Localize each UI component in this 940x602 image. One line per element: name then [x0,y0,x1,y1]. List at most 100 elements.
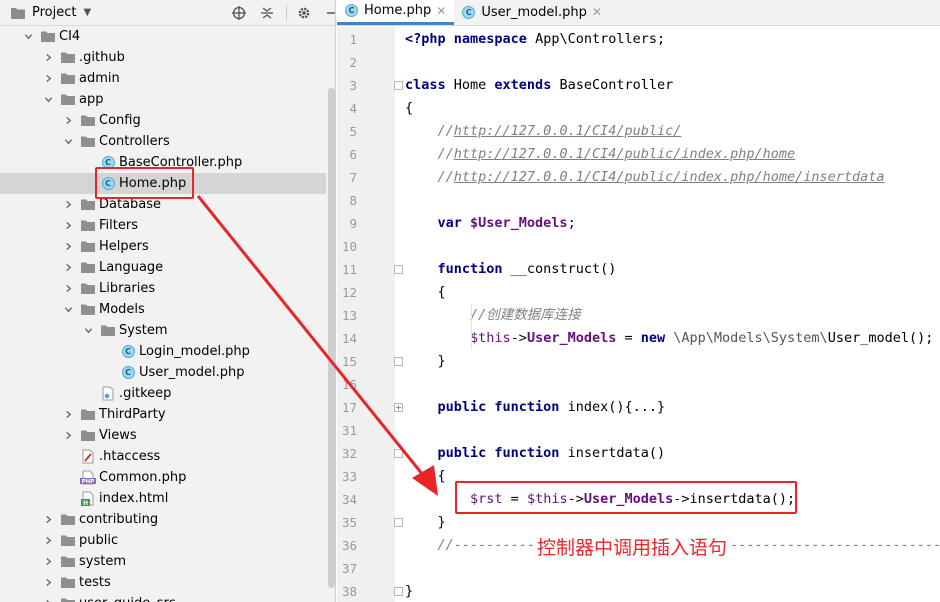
tree-item[interactable]: Controllers [0,131,335,152]
tree-item[interactable]: ThirdParty [0,404,335,425]
tree-item[interactable]: system [0,551,335,572]
tree-item[interactable]: Language [0,257,335,278]
code-token: ; [567,215,576,231]
tree-item[interactable]: Views [0,425,335,446]
chevron-right-icon[interactable] [62,241,74,253]
tree-item[interactable]: Models [0,299,335,320]
code-line: class Home extends BaseController [405,74,673,97]
code-view[interactable]: <?php namespace App\Controllers; class Ho… [405,27,940,602]
tree-item-label: Views [99,428,137,443]
chevron-right-icon[interactable] [42,514,54,526]
locate-icon[interactable] [228,2,250,24]
chevron-right-icon[interactable] [42,556,54,568]
chevron-right-icon[interactable] [62,220,74,232]
line-number: 16 [341,377,357,392]
tree-scrollbar-thumb[interactable] [328,88,335,588]
fold-end-icon[interactable] [394,587,403,596]
chevron-down-icon[interactable] [42,94,54,106]
code-token: var [437,215,471,231]
project-folder-icon [11,7,25,19]
chevron-down-icon[interactable] [62,304,74,316]
line-number: 33 [341,469,357,484]
project-view-selector[interactable]: Project ▼ [0,0,91,26]
chevron-right-icon[interactable] [62,283,74,295]
chevron-right-icon[interactable] [42,598,54,602]
tree-item[interactable]: Libraries [0,278,335,299]
tree-item[interactable]: Filters [0,215,335,236]
line-number: 7 [349,170,357,185]
tree-item-label: Filters [99,218,138,233]
php-class-file-icon: C [120,365,136,381]
code-token: App\Controllers; [535,31,666,47]
code-token: // [405,169,454,185]
tree-scrollbar[interactable] [326,26,335,602]
tree-item[interactable]: C User_model.php [0,362,335,383]
chevron-right-icon[interactable] [42,577,54,589]
chevron-right-icon[interactable] [62,262,74,274]
fold-collapse-icon[interactable] [394,449,403,458]
editor-tab-bar: C Home.php ✕ C User_model.php ✕ [337,0,940,26]
folder-icon [80,134,96,150]
tree-item[interactable]: C Login_model.php [0,341,335,362]
tree-item-label: Login_model.php [139,344,250,359]
tree-item[interactable]: contributing [0,509,335,530]
fold-collapse-icon[interactable] [394,81,403,90]
chevron-right-icon[interactable] [42,535,54,547]
tree-item-label: app [79,92,104,107]
code-token: http://127.0.0.1/CI4/public/ [453,123,682,139]
project-panel: Project ▼ CI4 .github admin app Config Contro… [0,0,336,602]
chevron-right-icon[interactable] [62,115,74,127]
fold-end-icon[interactable] [394,357,403,366]
tab-label: Home.php [364,3,432,18]
fold-end-icon[interactable] [394,518,403,527]
tab-label: User_model.php [481,4,587,20]
tree-item-label: user_guide_src [79,596,176,602]
tree-item-label: Database [99,197,162,212]
tree-item[interactable]: CI4 [0,26,335,47]
tree-item[interactable]: .gitkeep [0,383,335,404]
tree-item[interactable]: .htaccess [0,446,335,467]
tree-item[interactable]: user_guide_src [0,593,335,602]
tree-item[interactable]: public [0,530,335,551]
chevron-down-icon[interactable] [62,136,74,148]
folder-icon [80,260,96,276]
hide-icon[interactable] [321,2,335,24]
code-token: $this [470,330,511,346]
line-number: 8 [349,193,357,208]
chevron-right-icon[interactable] [62,430,74,442]
tree-item-label: public [79,533,119,548]
tab-user-model-php[interactable]: C User_model.php ✕ [454,0,610,25]
chevron-right-icon[interactable] [62,199,74,211]
chevron-down-icon[interactable] [22,31,34,43]
close-icon[interactable]: ✕ [592,5,602,19]
tree-item[interactable]: PHP Common.php [0,467,335,488]
tree-item[interactable]: tests [0,572,335,593]
code-token: User_model(); [827,330,934,346]
tab-home-php[interactable]: C Home.php ✕ [337,0,455,25]
chevron-down-icon[interactable] [82,325,94,337]
chevron-down-icon[interactable]: ▼ [83,7,91,18]
tree-item[interactable]: .github [0,47,335,68]
chevron-right-icon[interactable] [42,73,54,85]
folder-icon [60,533,76,549]
chevron-right-icon[interactable] [62,409,74,421]
chevron-right-icon[interactable] [42,52,54,64]
tree-item[interactable]: Helpers [0,236,335,257]
fold-collapse-icon[interactable] [394,265,403,274]
tree-item[interactable]: app [0,89,335,110]
tree-item[interactable]: admin [0,68,335,89]
close-icon[interactable]: ✕ [436,4,446,18]
line-number: 31 [341,423,357,438]
code-line: //http://127.0.0.1/CI4/public/index.php/… [405,143,796,166]
collapse-all-icon[interactable] [256,2,278,24]
code-line: var $User_Models; [405,212,576,235]
line-number: 38 [341,584,357,599]
tree-item[interactable]: Config [0,110,335,131]
tree-item[interactable]: Hindex.html [0,488,335,509]
fold-expand-icon[interactable] [394,403,403,412]
tree-item[interactable]: System [0,320,335,341]
settings-icon[interactable] [293,2,315,24]
